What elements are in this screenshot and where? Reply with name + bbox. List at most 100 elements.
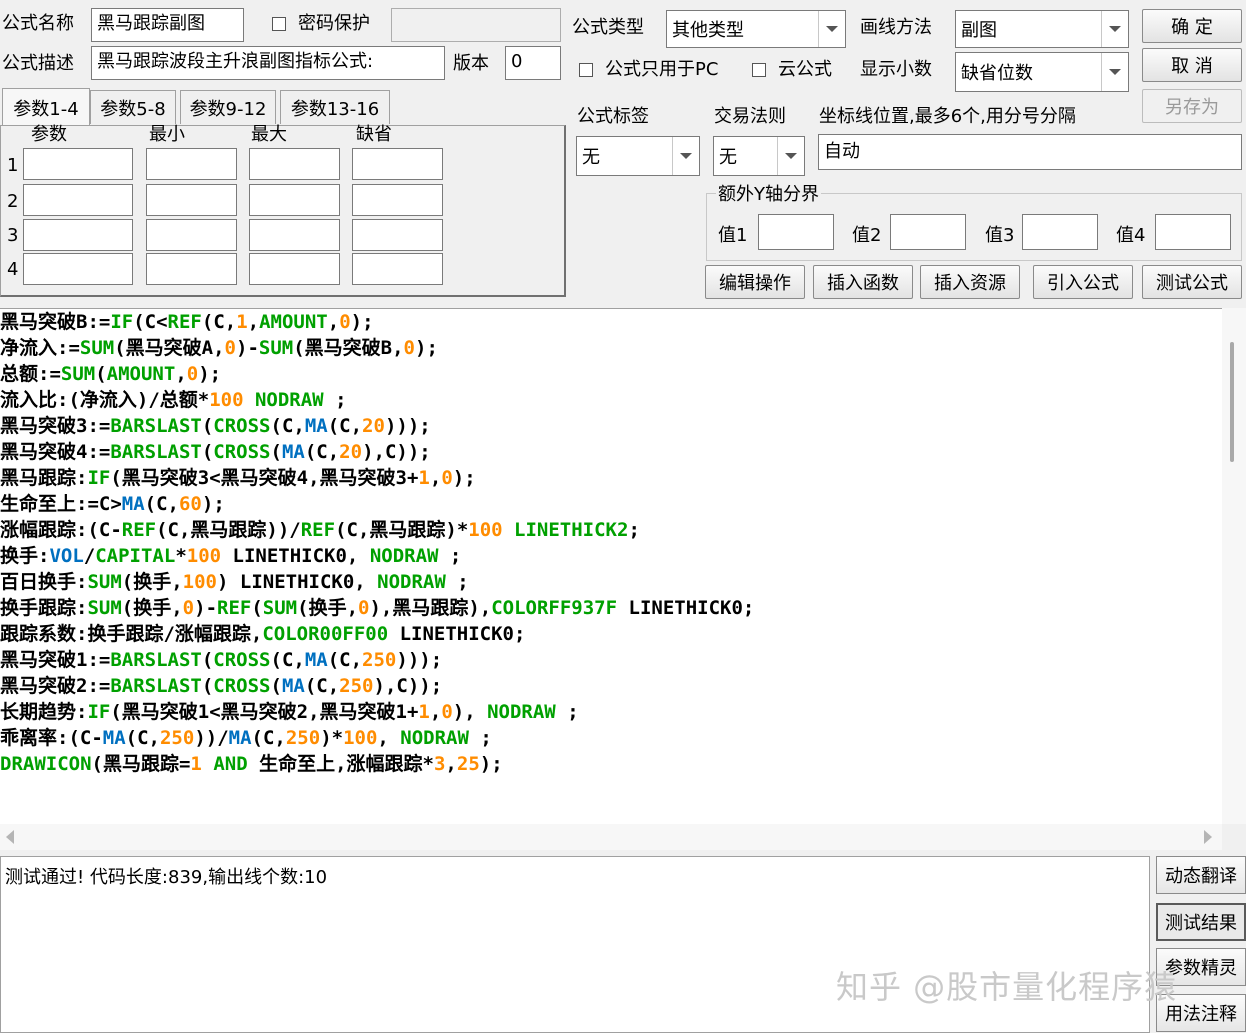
trade-rule-select[interactable]: 无	[713, 136, 805, 176]
param1-default-input[interactable]	[352, 148, 443, 180]
param4-default-input[interactable]	[352, 253, 443, 285]
value2-input[interactable]	[890, 214, 966, 250]
tab-params-1-4[interactable]: 参数1-4	[2, 88, 90, 126]
trade-rule-label: 交易法则	[714, 106, 786, 127]
chevron-down-icon[interactable]	[777, 137, 804, 175]
code-token: (C,	[270, 649, 305, 671]
code-line[interactable]: 长期趋势:IF(黑马突破1<黑马突破2,黑马突破1+1,0), NODRAW ;	[0, 699, 579, 725]
insert-resource-button[interactable]: 插入资源	[920, 265, 1020, 299]
code-line[interactable]: 百日换手:SUM(换手,100) LINETHICK0, NODRAW ;	[0, 569, 469, 595]
code-line[interactable]: 黑马突破B:=IF(C<REF(C,1,AMOUNT,0);	[0, 309, 374, 335]
code-line[interactable]: 黑马突破1:=BARSLAST(CROSS(C,MA(C,250)));	[0, 647, 442, 673]
scroll-left-icon[interactable]	[6, 830, 14, 844]
code-token: 黑马突破3:=	[0, 415, 111, 437]
formula-tag-select[interactable]: 无	[576, 136, 700, 176]
code-token: NODRAW	[377, 571, 446, 593]
ok-button[interactable]: 确 定	[1142, 9, 1242, 43]
code-line[interactable]: 生命至上:=C>MA(C,60);	[0, 491, 225, 517]
param3-name-input[interactable]	[23, 219, 133, 251]
value4-input[interactable]	[1155, 214, 1231, 250]
tab-params-5-8[interactable]: 参数5-8	[90, 90, 176, 124]
test-result-button[interactable]: 测试结果	[1156, 903, 1246, 941]
code-token: REF	[300, 519, 336, 541]
code-token: *	[175, 545, 187, 567]
code-token: ;	[468, 727, 492, 749]
param2-name-input[interactable]	[23, 184, 133, 216]
code-token: );	[415, 337, 438, 359]
insert-function-button[interactable]: 插入函数	[813, 265, 913, 299]
code-token: 3	[433, 753, 446, 775]
code-editor[interactable]: 黑马突破B:=IF(C<REF(C,1,AMOUNT,0); 净流入:=SUM(黑…	[0, 308, 1222, 825]
param4-min-input[interactable]	[146, 253, 237, 285]
params-panel: 参数 最小 最大 缺省 1 2 3 4	[0, 124, 566, 297]
editor-horizontal-scrollbar[interactable]	[0, 824, 1222, 850]
formula-type-select[interactable]: 其他类型	[666, 10, 846, 48]
code-line[interactable]: 换手:VOL/CAPITAL*100 LINETHICK0, NODRAW ;	[0, 543, 461, 569]
code-line[interactable]: DRAWICON(黑马跟踪=1 AND 生命至上,涨幅跟踪*3,25);	[0, 751, 503, 777]
value1-input[interactable]	[758, 214, 834, 250]
code-token: 换手跟踪:	[0, 597, 88, 619]
param1-min-input[interactable]	[146, 148, 237, 180]
scrollbar-thumb[interactable]	[1230, 342, 1234, 462]
import-formula-button[interactable]: 引入公式	[1033, 265, 1133, 299]
code-token: ,	[445, 753, 457, 775]
dynamic-translate-button[interactable]: 动态翻译	[1156, 856, 1246, 894]
code-line[interactable]: 黑马突破4:=BARSLAST(CROSS(MA(C,20),C));	[0, 439, 431, 465]
param1-name-input[interactable]	[23, 148, 133, 180]
code-line[interactable]: 净流入:=SUM(黑马突破A,0)-SUM(黑马突破B,0);	[0, 335, 438, 361]
code-token: ;	[445, 571, 469, 593]
code-token: CROSS	[213, 415, 271, 437]
code-token: (黑马突破3<黑马突破4,黑马突破3+	[110, 467, 419, 489]
formula-desc-input[interactable]: 黑马跟踪波段主升浪副图指标公式:	[91, 46, 445, 80]
code-token: DRAWICON	[0, 753, 92, 775]
param2-default-input[interactable]	[352, 184, 443, 216]
param4-max-input[interactable]	[249, 253, 340, 285]
formula-tag-label: 公式标签	[577, 106, 649, 127]
code-token: 0	[358, 597, 370, 619]
code-line[interactable]: 总额:=SUM(AMOUNT,0);	[0, 361, 221, 387]
chevron-down-icon[interactable]	[672, 137, 699, 175]
password-input	[391, 8, 561, 42]
code-line[interactable]: 黑马跟踪:IF(黑马突破3<黑马突破4,黑马突破3+1,0);	[0, 465, 476, 491]
param3-min-input[interactable]	[146, 219, 237, 251]
param4-name-input[interactable]	[23, 253, 133, 285]
cancel-button[interactable]: 取 消	[1142, 48, 1242, 82]
code-line[interactable]: 流入比:(净流入)/总额*100 NODRAW ;	[0, 387, 347, 413]
code-line[interactable]: 黑马突破2:=BARSLAST(CROSS(MA(C,250),C));	[0, 673, 442, 699]
pc-only-checkbox[interactable]	[579, 63, 593, 77]
draw-method-select[interactable]: 副图	[955, 10, 1129, 48]
code-token: REF	[217, 597, 252, 619]
cloud-formula-checkbox[interactable]	[752, 63, 766, 77]
edit-ops-button[interactable]: 编辑操作	[705, 265, 805, 299]
axis-position-input[interactable]: 自动	[818, 134, 1242, 170]
code-token: ),C));	[373, 675, 443, 697]
formula-name-input[interactable]: 黑马跟踪副图	[91, 8, 244, 42]
tab-params-13-16[interactable]: 参数13-16	[280, 90, 390, 124]
param2-min-input[interactable]	[146, 184, 237, 216]
code-token: 乖离率:(C-	[0, 727, 103, 749]
chevron-down-icon[interactable]	[1101, 53, 1128, 91]
code-line[interactable]: 黑马突破3:=BARSLAST(CROSS(C,MA(C,20)));	[0, 413, 431, 439]
test-formula-button[interactable]: 测试公式	[1142, 265, 1242, 299]
save-as-button[interactable]: 另存为	[1142, 89, 1242, 123]
version-input[interactable]: 0	[505, 46, 561, 80]
editor-vertical-scrollbar[interactable]	[1222, 308, 1246, 824]
decimal-select[interactable]: 缺省位数	[955, 52, 1129, 92]
code-token: 0	[186, 363, 199, 385]
code-line[interactable]: 乖离率:(C-MA(C,250))/MA(C,250)*100, NODRAW …	[0, 725, 492, 751]
code-line[interactable]: 跟踪系数:换手跟踪/涨幅跟踪,COLOR00FF00 LINETHICK0;	[0, 621, 525, 647]
code-line[interactable]: 换手跟踪:SUM(换手,0)-REF(SUM(换手,0),黑马跟踪),COLOR…	[0, 595, 754, 621]
chevron-down-icon[interactable]	[818, 11, 845, 47]
code-token: (C<	[133, 311, 168, 333]
tab-params-9-12[interactable]: 参数9-12	[180, 90, 276, 124]
code-token: ,	[327, 311, 340, 333]
chevron-down-icon[interactable]	[1101, 11, 1128, 47]
param3-max-input[interactable]	[249, 219, 340, 251]
param1-max-input[interactable]	[249, 148, 340, 180]
scroll-right-icon[interactable]	[1204, 830, 1212, 844]
code-line[interactable]: 涨幅跟踪:(C-REF(C,黑马跟踪))/REF(C,黑马跟踪)*100 LIN…	[0, 517, 640, 543]
password-checkbox[interactable]	[272, 17, 286, 31]
value3-input[interactable]	[1022, 214, 1098, 250]
param3-default-input[interactable]	[352, 219, 443, 251]
param2-max-input[interactable]	[249, 184, 340, 216]
